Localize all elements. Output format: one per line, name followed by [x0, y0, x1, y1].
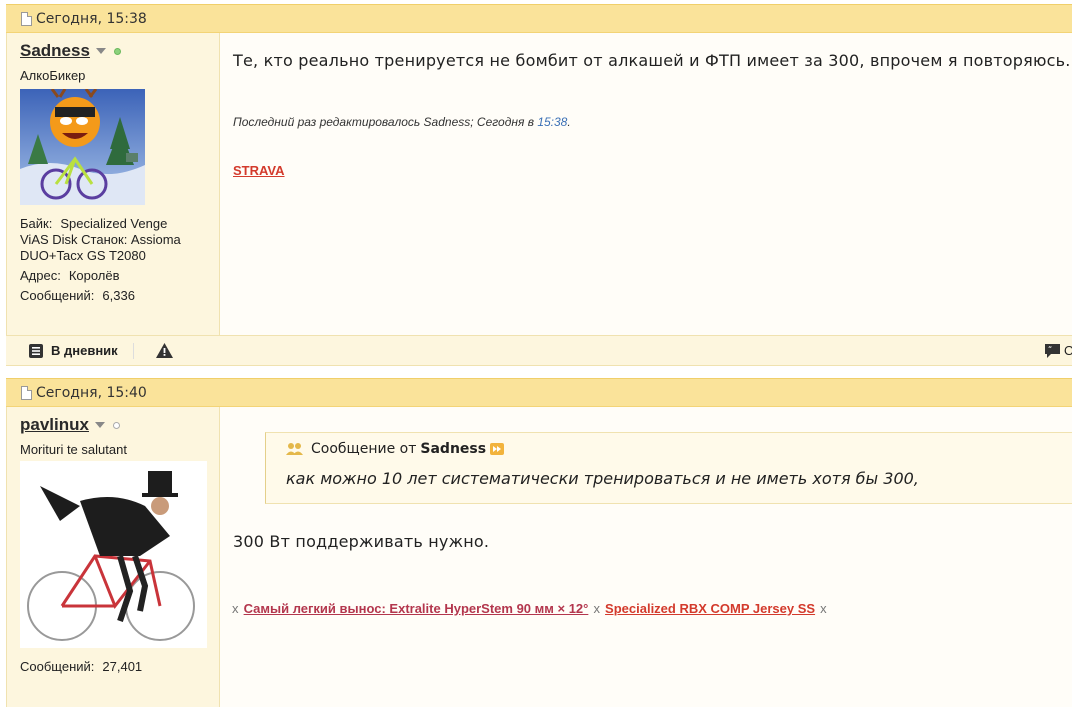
post-2: Сегодня, 15:40 pavlinux Morituri te salu… — [6, 378, 1072, 707]
user-info-panel: pavlinux Morituri te salutant Сообщений:… — [6, 407, 220, 707]
post-1: Сегодня, 15:38 Sadness АлкоБикер Байк: S… — [0, 4, 1072, 366]
edit-note: Последний раз редактировалось Sadness; С… — [233, 115, 571, 129]
users-icon — [286, 443, 303, 455]
username-link[interactable]: Sadness — [20, 41, 90, 61]
warning-icon — [155, 343, 173, 358]
document-icon — [21, 385, 32, 400]
post-footer: В дневник “ О — [6, 335, 1072, 366]
post-content: Сообщение от Sadness как можно 10 лет си… — [220, 407, 1072, 707]
quote-text: как можно 10 лет систематически трениров… — [286, 469, 919, 488]
signature-link-jersey[interactable]: Specialized RBX COMP Jersey SS — [605, 601, 815, 616]
avatar-image — [20, 461, 207, 648]
avatar[interactable] — [20, 461, 219, 653]
bike-info-cont: DUO+Tacx GS T2080 — [20, 248, 146, 263]
post-count: Сообщений: 27,401 — [20, 659, 143, 674]
post-header: Сегодня, 15:38 — [6, 4, 1072, 33]
post-header: Сегодня, 15:40 — [6, 378, 1072, 407]
address-info: Адрес: Королёв — [20, 268, 120, 283]
online-status-icon — [113, 47, 121, 55]
avatar-image — [0, 88, 172, 229]
chevron-down-icon[interactable] — [95, 48, 106, 54]
document-icon — [21, 11, 32, 26]
diary-button[interactable]: В дневник — [28, 343, 118, 359]
signature: x Самый легкий вынос: Extralite HyperSte… — [232, 601, 827, 616]
quote-reply-icon: “ — [1045, 343, 1060, 358]
username-link[interactable]: pavlinux — [20, 415, 89, 435]
user-title: Morituri te salutant — [20, 442, 127, 457]
go-to-post-icon[interactable] — [490, 443, 505, 455]
diary-icon — [29, 343, 43, 358]
divider — [132, 342, 134, 359]
chevron-down-icon[interactable] — [94, 422, 105, 428]
user-title: АлкоБикер — [20, 68, 86, 83]
strava-link[interactable]: STRAVA — [233, 163, 285, 178]
reply-button[interactable]: “ О — [1044, 343, 1072, 359]
bike-info: Байк: Specialized Venge — [20, 216, 168, 231]
post-content: Те, кто реально тренируется не бомбит от… — [220, 33, 1072, 335]
post-text: Те, кто реально тренируется не бомбит от… — [233, 51, 1071, 70]
post-date: Сегодня, 15:38 — [36, 10, 147, 27]
quote-block: Сообщение от Sadness как можно 10 лет си… — [265, 432, 1072, 504]
offline-status-icon — [112, 421, 120, 429]
signature-link-stem[interactable]: Самый легкий вынос: Extralite HyperStem … — [244, 601, 589, 616]
post-count: Сообщений: 6,336 — [20, 288, 135, 303]
post-text: 300 Вт поддерживать нужно. — [233, 532, 490, 551]
user-info-panel: Sadness АлкоБикер Байк: Specialized Veng… — [0, 33, 220, 335]
avatar[interactable] — [0, 88, 219, 229]
report-button[interactable] — [155, 343, 173, 358]
quote-header: Сообщение от Sadness — [286, 441, 505, 457]
bike-info-cont: ViAS Disk Станок: Assioma — [20, 232, 181, 247]
svg-text:“: “ — [1048, 345, 1052, 354]
post-date: Сегодня, 15:40 — [36, 384, 147, 401]
quote-author[interactable]: Sadness — [420, 441, 486, 457]
